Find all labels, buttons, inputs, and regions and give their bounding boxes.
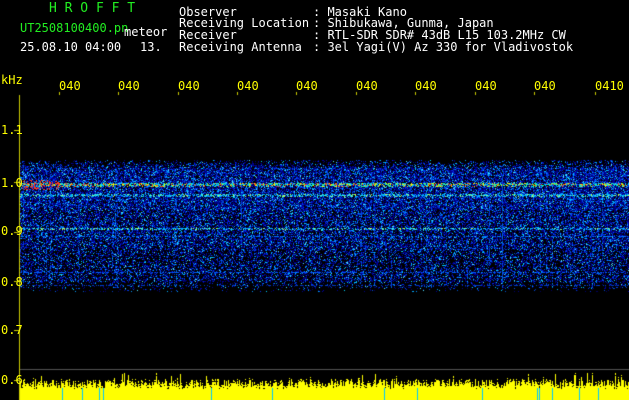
- y-tick-label: 1.0: [1, 176, 23, 190]
- y-tick-label: 0.9: [1, 224, 23, 238]
- y-tick-label: 0.7: [1, 323, 23, 337]
- time-tick-label: 040: [475, 79, 497, 93]
- y-tick-label: 1.1: [1, 123, 23, 137]
- mode-label: meteor: [124, 25, 168, 39]
- y-tick-label: 0.8: [1, 275, 23, 289]
- time-tick-label: 040: [237, 79, 259, 93]
- filename-label: UT2508100400.pn: [20, 21, 129, 35]
- spectrogram-canvas: [0, 0, 629, 400]
- y-tick-label: 0.6: [1, 373, 23, 387]
- time-tick-label: 040: [534, 79, 556, 93]
- time-tick-label: 040: [118, 79, 140, 93]
- antenna-label: Receiving Antenna: [179, 40, 302, 54]
- time-tick-label: 040: [178, 79, 200, 93]
- time-tick-label: 040: [356, 79, 378, 93]
- time-tick-label: 040: [59, 79, 81, 93]
- antenna-value: : 3el Yagi(V) Az 330 for Vladivostok: [313, 40, 574, 54]
- count-label: 13.: [140, 40, 162, 54]
- time-tick-label: 0410: [595, 79, 624, 93]
- unit-label: kHz: [1, 73, 23, 87]
- datetime-label: 25.08.10 04:00: [20, 40, 122, 54]
- time-tick-label: 040: [415, 79, 437, 93]
- time-tick-label: 040: [296, 79, 318, 93]
- brand-title: H R O F F T: [49, 1, 136, 16]
